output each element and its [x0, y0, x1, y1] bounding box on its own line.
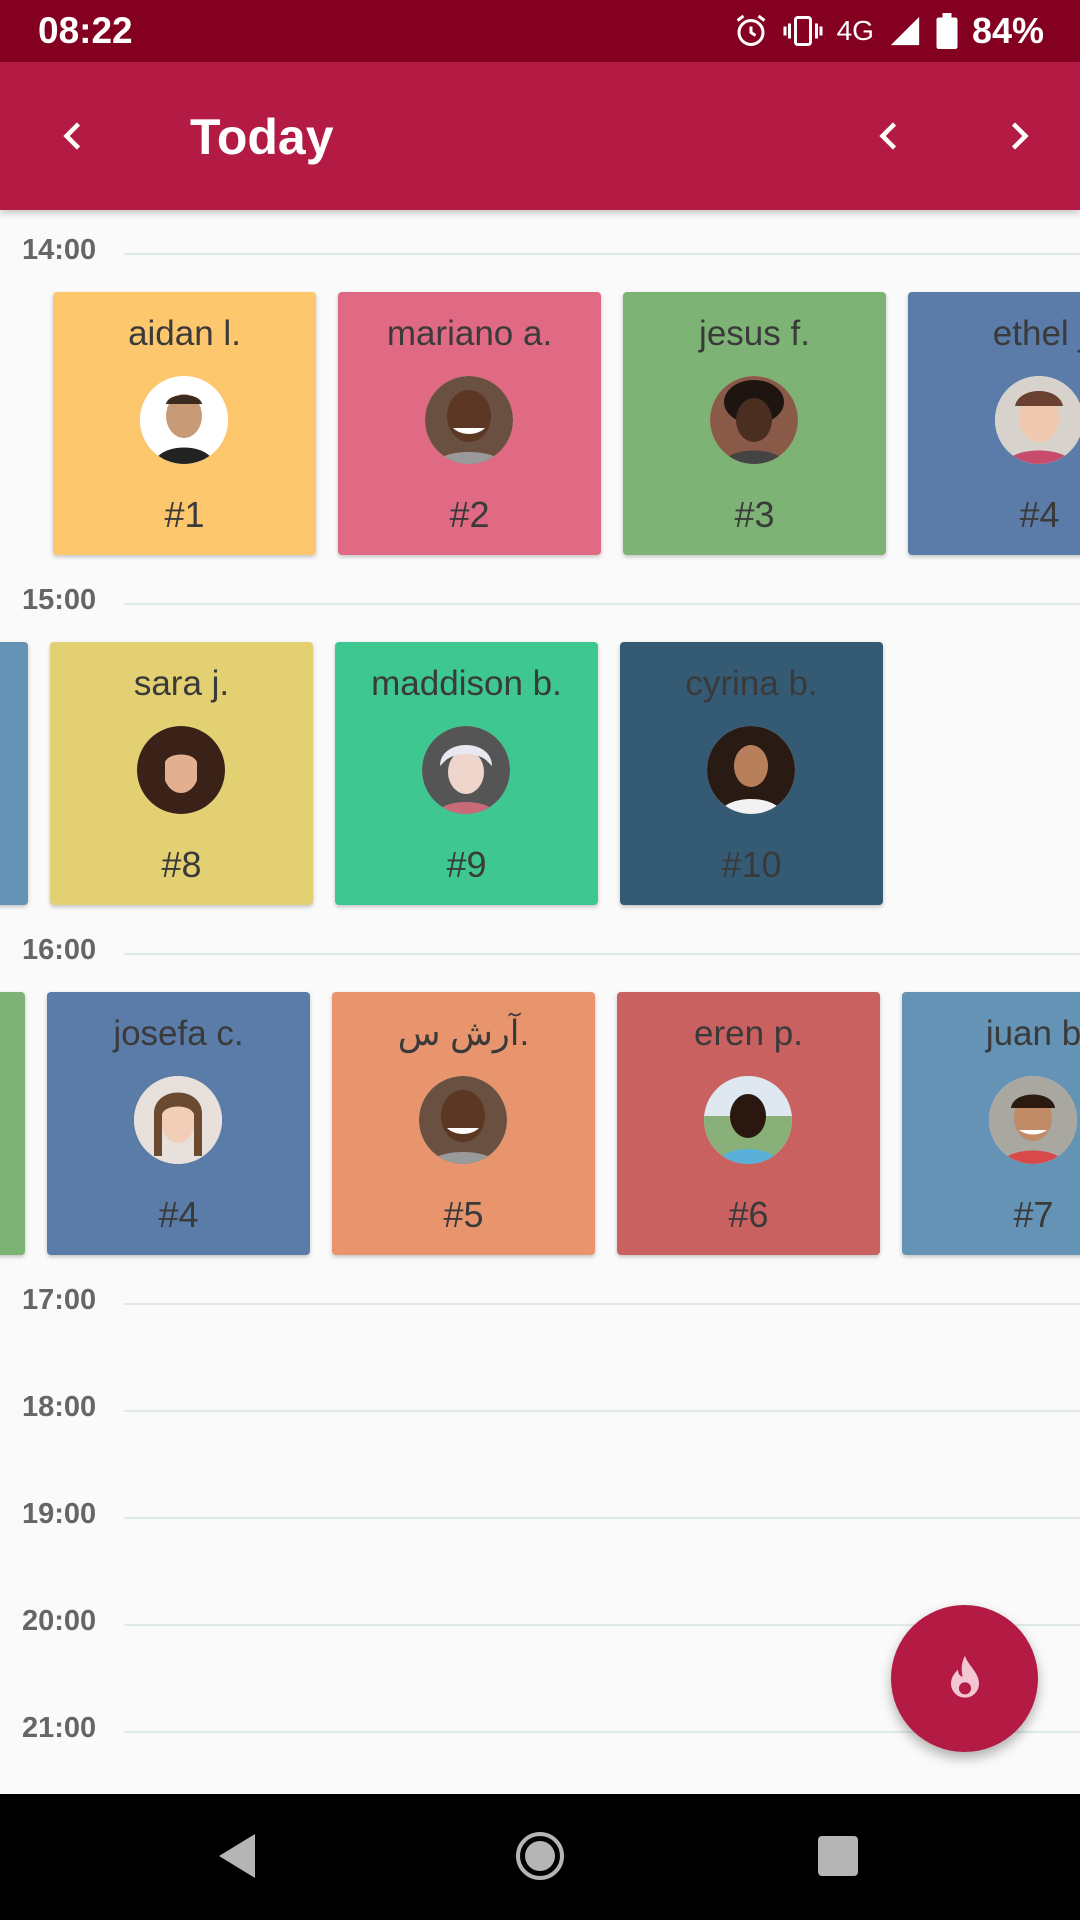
- home-circle-icon[interactable]: [514, 1828, 566, 1884]
- status-bar: 08:22 4G 84%: [0, 0, 1080, 62]
- ticket-number: #5: [443, 1194, 484, 1235]
- appointment-card[interactable]: maddison b. #9: [335, 642, 598, 905]
- chevron-left-icon: [879, 122, 897, 150]
- avatar: [707, 726, 795, 814]
- recents-square-icon[interactable]: [816, 1828, 860, 1884]
- avatar: [425, 376, 513, 464]
- hour-label: 19:00: [22, 1498, 97, 1530]
- appointment-card[interactable]: aidan l. #1: [53, 292, 316, 555]
- customer-name: ethel j: [992, 314, 1080, 353]
- signal-icon: [890, 16, 920, 46]
- vibrate-icon: [783, 16, 823, 46]
- avatar: [995, 376, 1080, 464]
- back-button[interactable]: [46, 108, 102, 164]
- customer-name: maddison b.: [371, 664, 562, 703]
- customer-name: mariano a.: [386, 314, 553, 353]
- battery-percent: 84%: [971, 10, 1044, 51]
- customer-name: cyrina b.: [685, 664, 818, 703]
- flame-fab-button[interactable]: [891, 1605, 1038, 1752]
- chevron-right-icon: [1011, 122, 1029, 150]
- status-icons: 4G 84%: [733, 10, 1044, 52]
- page-title: Today: [190, 109, 334, 165]
- appointment-card[interactable]: sara j. #8: [50, 642, 313, 905]
- ticket-number: #2: [449, 494, 490, 535]
- avatar: [704, 1076, 792, 1164]
- chevron-left-icon: [63, 122, 81, 150]
- avatar: [419, 1076, 507, 1164]
- hour-divider: [124, 1303, 1080, 1305]
- alarm-icon: [736, 14, 765, 46]
- back-triangle-icon[interactable]: [213, 1828, 259, 1884]
- next-day-button[interactable]: [990, 108, 1046, 164]
- appointment-card[interactable]: cyrina b. #10: [620, 642, 883, 905]
- ticket-number: #8: [161, 844, 202, 885]
- ticket-number: #10: [721, 844, 782, 885]
- appointment-card[interactable]: [0, 642, 28, 905]
- ticket-number: #4: [1019, 494, 1060, 535]
- avatar: [989, 1076, 1077, 1164]
- system-nav-bar: [0, 1794, 1080, 1920]
- appointment-card[interactable]: ethel j #4: [908, 292, 1080, 555]
- ticket-number: #4: [158, 1194, 199, 1235]
- customer-name: juan b: [985, 1014, 1080, 1053]
- hour-row-18: 18:00: [0, 1391, 1080, 1431]
- appointment-card[interactable]: juan b #7: [902, 992, 1080, 1255]
- avatar: [137, 726, 225, 814]
- timeline[interactable]: 14:00 15:00 16:00 17:00 18:00 19:00 20:0…: [0, 210, 1080, 1794]
- customer-name: jesus f.: [699, 314, 810, 353]
- customer-name: josefa c.: [113, 1014, 244, 1053]
- appointment-card[interactable]: jesus f. #3: [623, 292, 886, 555]
- avatar: [134, 1076, 222, 1164]
- hour-row-16: 16:00: [0, 934, 1080, 974]
- appointment-card[interactable]: [0, 992, 25, 1255]
- hour-divider: [124, 603, 1080, 605]
- hour-divider: [124, 253, 1080, 255]
- status-time: 08:22: [38, 10, 133, 51]
- ticket-number: #7: [1013, 1194, 1054, 1235]
- appointment-card[interactable]: آرش س. #5: [332, 992, 595, 1255]
- network-type: 4G: [836, 15, 874, 46]
- appointment-card[interactable]: eren p. #6: [617, 992, 880, 1255]
- hour-label: 17:00: [22, 1284, 97, 1316]
- hour-row-14: 14:00: [0, 234, 1080, 274]
- ticket-number: #9: [446, 844, 487, 885]
- ticket-number: #6: [728, 1194, 769, 1235]
- customer-name: aidan l.: [128, 314, 241, 353]
- hour-row-17: 17:00: [0, 1284, 1080, 1324]
- customer-name: eren p.: [694, 1014, 803, 1053]
- hour-divider: [124, 953, 1080, 955]
- appointment-card[interactable]: mariano a. #2: [338, 292, 601, 555]
- appointment-card[interactable]: josefa c. #4: [47, 992, 310, 1255]
- hour-label: 14:00: [22, 234, 97, 266]
- avatar: [422, 726, 510, 814]
- hour-divider: [124, 1410, 1080, 1412]
- hour-label: 18:00: [22, 1391, 97, 1423]
- customer-name: sara j.: [133, 664, 230, 703]
- hour-divider: [124, 1517, 1080, 1519]
- flame-icon: [950, 1655, 979, 1698]
- app-bar: Today: [0, 62, 1080, 210]
- hour-label: 15:00: [22, 584, 97, 616]
- hour-label: 21:00: [22, 1712, 97, 1744]
- hour-label: 16:00: [22, 934, 97, 966]
- ticket-number: #1: [164, 494, 205, 535]
- customer-name: آرش س.: [397, 1014, 530, 1053]
- hour-row-15: 15:00: [0, 584, 1080, 624]
- avatar: [140, 376, 228, 464]
- hour-row-19: 19:00: [0, 1498, 1080, 1538]
- avatar: [710, 376, 798, 464]
- previous-day-button[interactable]: [862, 108, 918, 164]
- hour-label: 20:00: [22, 1605, 97, 1637]
- ticket-number: #3: [734, 494, 775, 535]
- battery-icon: [936, 13, 958, 49]
